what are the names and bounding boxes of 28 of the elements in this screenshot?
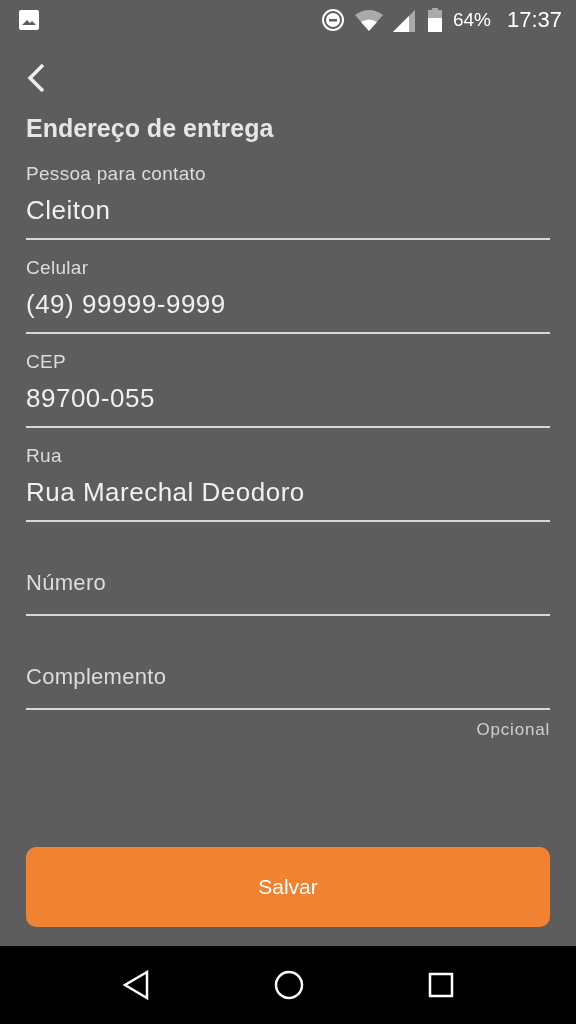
field-value: Cleiton [26,195,112,226]
field-label: Complemento [26,664,168,690]
page-title: Endereço de entrega [26,114,275,144]
text-field[interactable]: Rua Rua Marechal Deodoro [26,438,550,522]
signal-icon [392,8,417,32]
field-value: (49) 99999-9999 [26,289,227,320]
text-field[interactable]: Complemento [26,626,550,710]
wifi-icon [354,9,383,31]
text-field[interactable]: Número [26,532,550,616]
battery-icon [426,8,443,32]
field-label: CEP [26,351,67,373]
do-not-disturb-icon [320,8,345,32]
field-value: 89700-055 [26,383,156,414]
clock: 17:37 [506,7,562,33]
battery-percentage: 64% [452,9,491,31]
text-field[interactable]: CEP 89700-055 [26,344,550,428]
field-label: Pessoa para contato [26,163,207,185]
recents-nav-button[interactable] [428,972,454,998]
field-label: Rua [26,445,63,467]
back-nav-button[interactable] [122,970,150,1000]
field-label: Número [26,570,108,596]
field-value: Rua Marechal Deodoro [26,477,306,508]
text-field[interactable]: Pessoa para contato Cleiton [26,156,550,240]
home-nav-button[interactable] [274,970,304,1000]
helper-text: Opcional [476,720,550,740]
text-field[interactable]: Celular (49) 99999-9999 [26,250,550,334]
field-label: Celular [26,257,90,279]
image-icon [18,9,40,31]
